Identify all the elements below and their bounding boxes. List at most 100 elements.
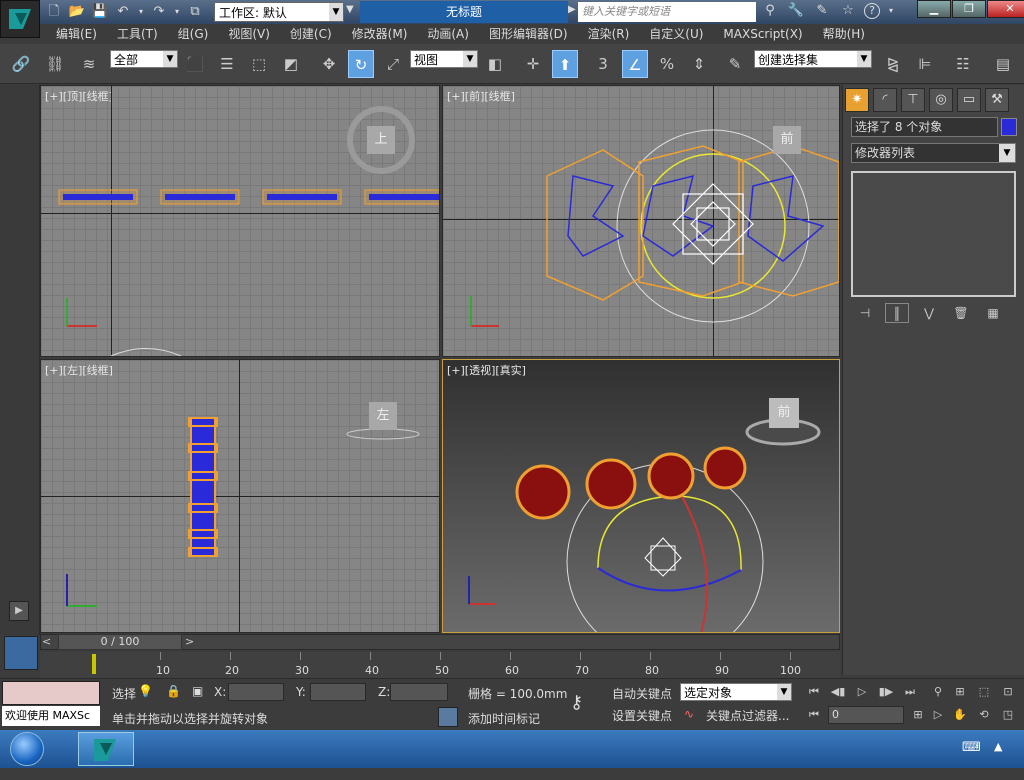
- absolute-mode-icon[interactable]: ▣: [192, 684, 203, 698]
- maxscript-mini-listener[interactable]: 欢迎使用 MAXSc: [2, 706, 100, 726]
- menu-customize[interactable]: 自定义(U): [639, 24, 713, 44]
- maximize-viewport-icon[interactable]: ◳: [998, 706, 1018, 724]
- previous-frame-icon[interactable]: ◀▮: [828, 683, 848, 701]
- menu-rendering[interactable]: 渲染(R): [578, 24, 640, 44]
- isolate-icon[interactable]: 💡: [138, 684, 153, 698]
- create-tab-icon[interactable]: ✷: [845, 88, 869, 112]
- make-unique-icon[interactable]: ⋁: [917, 303, 941, 323]
- selection-filter-dropdown[interactable]: 全部 ▼: [110, 50, 178, 68]
- viewcube[interactable]: 左: [369, 402, 397, 430]
- rectangular-selection-icon[interactable]: ⬚: [246, 50, 272, 78]
- new-file-icon[interactable]: 🗋: [44, 3, 64, 21]
- field-of-view-icon[interactable]: ▷: [928, 706, 948, 724]
- select-by-name-icon[interactable]: ☰: [214, 50, 240, 78]
- key-mode-toggle-icon[interactable]: ⏮: [804, 706, 824, 724]
- modifier-list-dropdown[interactable]: 修改器列表 ▼: [851, 143, 1016, 163]
- viewcube[interactable]: 前: [769, 398, 799, 428]
- menu-views[interactable]: 视图(V): [218, 24, 280, 44]
- key-filters-button[interactable]: 关键点过滤器...: [706, 707, 789, 724]
- orbit-icon[interactable]: ⟲: [974, 706, 994, 724]
- configure-sets-icon[interactable]: ▦: [981, 303, 1005, 323]
- rotate-icon[interactable]: ↻: [348, 50, 374, 78]
- tray-expand-icon[interactable]: ▲: [994, 740, 1002, 753]
- object-color-swatch[interactable]: [1001, 118, 1017, 136]
- taskbar-3dsmax-button[interactable]: [78, 732, 134, 766]
- display-tab-icon[interactable]: ▭: [957, 88, 981, 112]
- time-slider-next-icon[interactable]: >: [185, 635, 194, 648]
- play-toggle-icon[interactable]: ▶: [9, 601, 29, 621]
- hierarchy-tab-icon[interactable]: ⊤: [901, 88, 925, 112]
- play-search-icon[interactable]: ▶: [568, 4, 576, 15]
- save-icon[interactable]: 💾: [90, 3, 110, 21]
- time-tag-icon[interactable]: [438, 707, 458, 727]
- viewport-left[interactable]: [+][左][线框] 左: [40, 359, 440, 633]
- selection-info-field[interactable]: 选择了 8 个对象: [851, 117, 998, 137]
- pin-stack-icon[interactable]: ⊣: [853, 303, 877, 323]
- menu-group[interactable]: 组(G): [168, 24, 219, 44]
- lock-icon[interactable]: 🔒: [166, 684, 181, 698]
- zoom-icon[interactable]: ⚲: [928, 683, 948, 701]
- redo-dropdown-icon[interactable]: ▾: [172, 3, 182, 21]
- remove-modifier-icon[interactable]: 🗑: [949, 303, 973, 323]
- menu-maxscript[interactable]: MAXScript(X): [713, 24, 812, 44]
- reference-coordinate-dropdown[interactable]: 视图 ▼: [410, 50, 478, 68]
- star-icon[interactable]: ☆: [838, 2, 858, 20]
- move-icon[interactable]: ✥: [316, 50, 342, 78]
- graphite-modeling-icon[interactable]: ▤: [990, 50, 1016, 78]
- menu-help[interactable]: 帮助(H): [813, 24, 875, 44]
- viewport-top[interactable]: [+][顶][线框] 上: [40, 85, 440, 357]
- menu-create[interactable]: 创建(C): [280, 24, 342, 44]
- scale-icon[interactable]: ⤢: [380, 50, 406, 78]
- select-object-icon[interactable]: ⬛: [182, 50, 208, 78]
- viewport-front[interactable]: [+][前][线框] 前: [442, 85, 840, 357]
- x-coordinate-field[interactable]: [228, 683, 284, 701]
- keyboard-shortcut-override-icon[interactable]: ⬆: [552, 50, 578, 78]
- zoom-extents-icon[interactable]: ⬚: [974, 683, 994, 701]
- menu-tools[interactable]: 工具(T): [107, 24, 168, 44]
- pivot-center-icon[interactable]: ◧: [482, 50, 508, 78]
- pan-hand-icon[interactable]: ✋: [950, 706, 970, 724]
- viewcube[interactable]: 前: [773, 126, 801, 154]
- set-key-button[interactable]: 设置关键点: [612, 707, 672, 724]
- viewcube[interactable]: 上: [367, 126, 395, 154]
- open-file-icon[interactable]: 📂: [67, 3, 87, 21]
- maxscript-listener-box[interactable]: [2, 681, 100, 705]
- percent-snap-icon[interactable]: %: [654, 50, 680, 78]
- spinner-snap-icon[interactable]: ⇕: [686, 50, 712, 78]
- auto-key-button[interactable]: 自动关键点: [612, 685, 672, 702]
- time-slider-prev-icon[interactable]: <: [42, 635, 51, 648]
- help-icon[interactable]: ?: [864, 3, 880, 19]
- show-end-result-icon[interactable]: ║: [885, 303, 909, 323]
- project-folder-icon[interactable]: ⧉: [185, 3, 205, 21]
- help-dropdown-icon[interactable]: ▾: [886, 2, 896, 20]
- undo-icon[interactable]: ↶: [113, 3, 133, 21]
- utilities-tab-icon[interactable]: ⚒: [985, 88, 1009, 112]
- add-time-tag-label[interactable]: 添加时间标记: [468, 710, 540, 727]
- start-button[interactable]: [10, 732, 44, 766]
- link-icon[interactable]: 🔗: [8, 50, 34, 78]
- time-configuration-icon[interactable]: ⊞: [908, 706, 928, 724]
- viewport-perspective[interactable]: [+][透视][真实] 前: [442, 359, 840, 633]
- zoom-extents-all-icon[interactable]: ⊡: [998, 683, 1018, 701]
- named-selection-sets-dropdown[interactable]: 创建选择集 ▼: [754, 50, 872, 68]
- minimize-button[interactable]: ▁: [917, 0, 951, 18]
- motion-tab-icon[interactable]: ◎: [929, 88, 953, 112]
- bind-space-warp-icon[interactable]: ≋: [76, 50, 102, 78]
- next-frame-icon[interactable]: ▮▶: [876, 683, 896, 701]
- go-to-end-icon[interactable]: ⏭: [900, 683, 920, 701]
- search-input[interactable]: 键入关键字或短语: [578, 2, 756, 22]
- go-to-start-icon[interactable]: ⏮: [804, 683, 824, 701]
- undo-dropdown-icon[interactable]: ▾: [136, 3, 146, 21]
- redo-icon[interactable]: ↷: [149, 3, 169, 21]
- menu-modifiers[interactable]: 修改器(M): [342, 24, 418, 44]
- close-button[interactable]: ✕: [987, 0, 1024, 18]
- snaps-toggle-icon[interactable]: 3: [590, 50, 616, 78]
- unlink-icon[interactable]: ⛓: [42, 50, 68, 78]
- zoom-all-icon[interactable]: ⊞: [950, 683, 970, 701]
- manipulate-icon[interactable]: ✛: [520, 50, 546, 78]
- menu-edit[interactable]: 编辑(E): [46, 24, 107, 44]
- z-coordinate-field[interactable]: [390, 683, 448, 701]
- window-crossing-icon[interactable]: ◩: [278, 50, 304, 78]
- play-icon[interactable]: ▷: [852, 683, 872, 701]
- tools-icon[interactable]: ✎: [812, 2, 832, 20]
